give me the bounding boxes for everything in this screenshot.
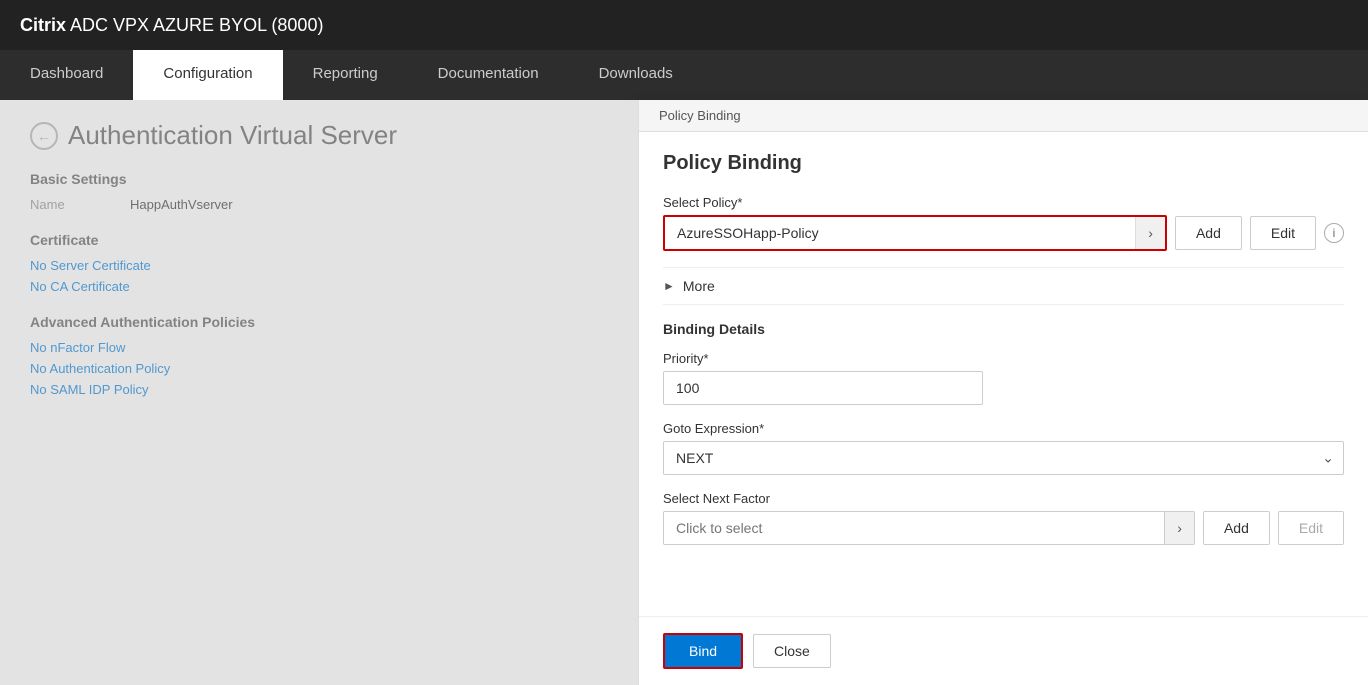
- app-header: Citrix ADC VPX AZURE BYOL (8000): [0, 0, 1368, 50]
- goto-expr-select[interactable]: NEXT END USE_INVOCATION_RESULT: [663, 441, 1344, 475]
- no-prefix-5: No: [30, 382, 47, 397]
- select-policy-arrow-btn[interactable]: ›: [1135, 217, 1165, 249]
- no-prefix-2: No: [30, 279, 47, 294]
- select-policy-input-group: ›: [663, 215, 1167, 251]
- nav-configuration[interactable]: Configuration: [133, 50, 282, 100]
- close-button[interactable]: Close: [753, 634, 831, 668]
- right-panel: Policy Binding Policy Binding Select Pol…: [638, 100, 1368, 685]
- nav-dashboard[interactable]: Dashboard: [0, 50, 133, 100]
- more-row[interactable]: ► More: [663, 267, 1344, 305]
- goto-expr-select-wrapper: NEXT END USE_INVOCATION_RESULT ⌄: [663, 441, 1344, 475]
- main-nav: Dashboard Configuration Reporting Docume…: [0, 50, 1368, 100]
- certificate-title: Certificate: [30, 232, 608, 248]
- name-value: HappAuthVserver: [130, 197, 233, 212]
- binding-details-title: Binding Details: [663, 321, 1344, 337]
- priority-input[interactable]: [663, 371, 983, 405]
- advanced-auth-title: Advanced Authentication Policies: [30, 314, 608, 330]
- auth-policy-label: Authentication Policy: [50, 361, 171, 376]
- panel-breadcrumb: Policy Binding: [639, 100, 1368, 132]
- nfactor-flow-link[interactable]: No nFactor Flow: [30, 340, 608, 355]
- select-next-factor-label: Select Next Factor: [663, 491, 1344, 506]
- back-button-row: ← Authentication Virtual Server: [30, 120, 608, 151]
- server-cert-link[interactable]: No Server Certificate: [30, 258, 608, 273]
- more-chevron-icon: ►: [663, 279, 675, 293]
- priority-label: Priority*: [663, 351, 1344, 366]
- panel-title: Policy Binding: [663, 152, 1344, 175]
- more-label: More: [683, 278, 715, 294]
- next-factor-input[interactable]: [664, 512, 1164, 544]
- info-icon[interactable]: i: [1324, 223, 1344, 243]
- edit-next-factor-button: Edit: [1278, 511, 1344, 545]
- bind-button[interactable]: Bind: [663, 633, 743, 669]
- panel-body: Policy Binding Select Policy* › Add Edit…: [639, 132, 1368, 616]
- ca-cert-link[interactable]: No CA Certificate: [30, 279, 608, 294]
- brand-name: Citrix: [20, 15, 66, 35]
- saml-idp-label: SAML IDP Policy: [50, 382, 148, 397]
- app-title: Citrix ADC VPX AZURE BYOL (8000): [20, 15, 323, 36]
- back-button[interactable]: ←: [30, 122, 58, 150]
- ca-cert-label: CA Certificate: [50, 279, 129, 294]
- server-cert-label: Server Certificate: [50, 258, 150, 273]
- goto-expr-row: NEXT END USE_INVOCATION_RESULT ⌄: [663, 441, 1344, 475]
- basic-settings-title: Basic Settings: [30, 171, 608, 187]
- next-factor-input-group: ›: [663, 511, 1195, 545]
- no-prefix-4: No: [30, 361, 47, 376]
- nav-documentation[interactable]: Documentation: [408, 50, 569, 100]
- nfactor-flow-label: nFactor Flow: [50, 340, 125, 355]
- select-next-factor-row: › Add Edit: [663, 511, 1344, 545]
- nav-downloads[interactable]: Downloads: [569, 50, 703, 100]
- edit-policy-button[interactable]: Edit: [1250, 216, 1316, 250]
- no-prefix-1: No: [30, 258, 47, 273]
- main-container: ← Authentication Virtual Server Basic Se…: [0, 100, 1368, 685]
- app-subtitle: ADC VPX AZURE BYOL (8000): [66, 15, 323, 35]
- add-next-factor-button[interactable]: Add: [1203, 511, 1270, 545]
- add-policy-button[interactable]: Add: [1175, 216, 1242, 250]
- page-title: Authentication Virtual Server: [68, 120, 397, 151]
- name-row: Name HappAuthVserver: [30, 197, 608, 212]
- select-policy-row: › Add Edit i: [663, 215, 1344, 251]
- nav-reporting[interactable]: Reporting: [283, 50, 408, 100]
- select-policy-label: Select Policy*: [663, 195, 1344, 210]
- panel-footer: Bind Close: [639, 616, 1368, 685]
- select-policy-input[interactable]: [665, 217, 1135, 249]
- goto-expr-label: Goto Expression*: [663, 421, 1344, 436]
- name-label: Name: [30, 197, 130, 212]
- no-prefix-3: No: [30, 340, 47, 355]
- auth-policy-link[interactable]: No Authentication Policy: [30, 361, 608, 376]
- next-factor-arrow-btn[interactable]: ›: [1164, 512, 1194, 544]
- saml-idp-link[interactable]: No SAML IDP Policy: [30, 382, 608, 397]
- left-panel: ← Authentication Virtual Server Basic Se…: [0, 100, 638, 685]
